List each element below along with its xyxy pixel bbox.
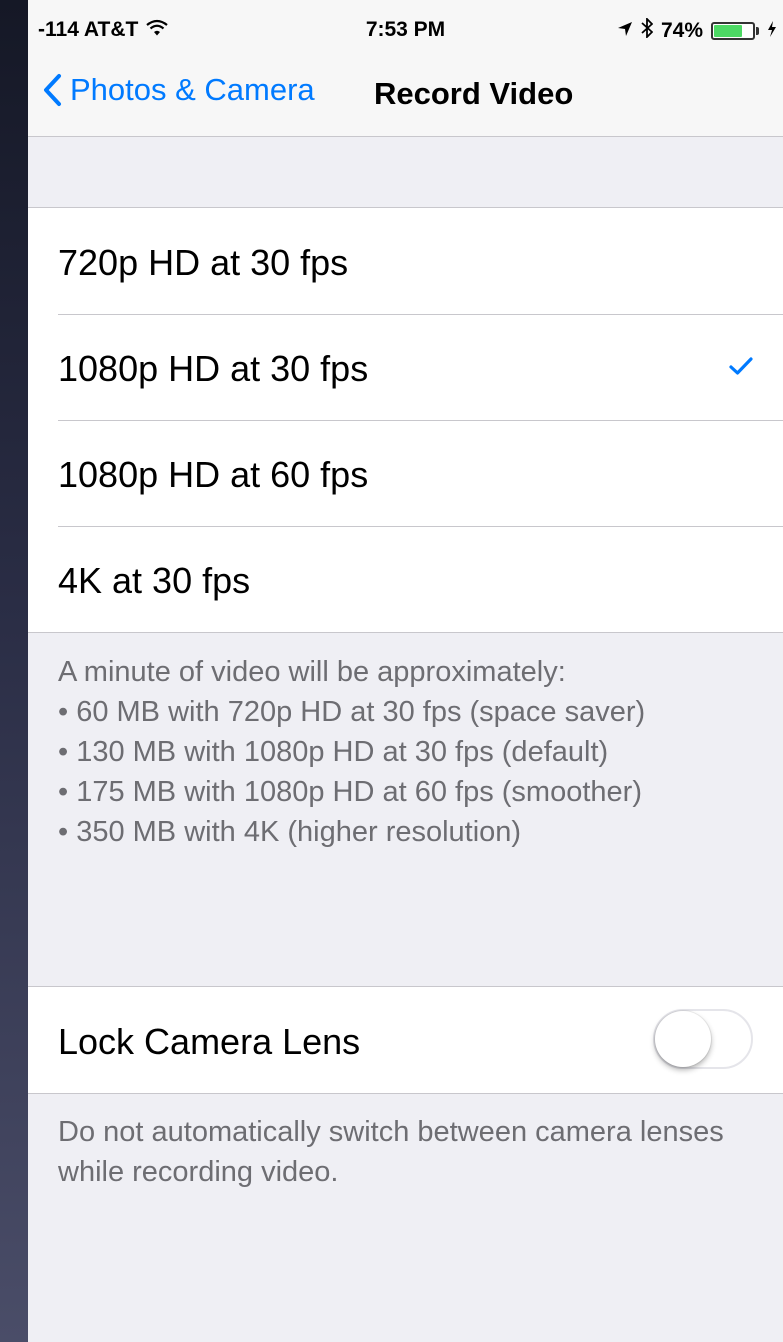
battery-percent: 74%	[660, 19, 703, 42]
lock-lens-label: Lock Camera Lens	[58, 1021, 361, 1062]
option-1080p-30[interactable]: 1080p HD at 30 fps	[28, 314, 783, 420]
footer-intro: A minute of video will be approximately:	[58, 656, 566, 688]
video-size-footer: A minute of video will be approximately:…	[58, 652, 763, 852]
status-right: 74%	[617, 16, 777, 44]
back-button[interactable]: Photos & Camera	[42, 72, 315, 108]
checkmark-icon	[729, 356, 753, 381]
back-label: Photos & Camera	[70, 72, 315, 107]
location-arrow-icon	[617, 19, 633, 43]
option-4k-30[interactable]: 4K at 30 fps	[28, 526, 783, 632]
bluetooth-icon	[641, 16, 654, 44]
charging-bolt-icon	[767, 19, 777, 43]
option-label: 720p HD at 30 fps	[58, 242, 349, 283]
lock-lens-toggle[interactable]	[653, 1009, 753, 1069]
navigation-bar: Photos & Camera Record Video	[28, 56, 783, 137]
chevron-left-icon	[44, 74, 61, 106]
footer-line: • 60 MB with 720p HD at 30 fps (space sa…	[58, 696, 646, 728]
page-title: Record Video	[374, 76, 574, 111]
option-label: 1080p HD at 60 fps	[58, 454, 369, 495]
option-label: 4K at 30 fps	[58, 560, 251, 601]
option-720p-30[interactable]: 720p HD at 30 fps	[28, 208, 783, 314]
option-1080p-60[interactable]: 1080p HD at 60 fps	[28, 420, 783, 526]
lock-lens-footer: Do not automatically switch between came…	[58, 1116, 724, 1188]
battery-icon	[711, 22, 759, 40]
lock-lens-group: Lock Camera Lens	[28, 986, 783, 1094]
footer-line: • 175 MB with 1080p HD at 60 fps (smooth…	[58, 776, 642, 808]
settings-screen: -114 AT&T 7:53 PM 74% Photos & Camera Re…	[28, 0, 783, 1342]
footer-line: • 130 MB with 1080p HD at 30 fps (defaul…	[58, 736, 609, 768]
lock-lens-row: Lock Camera Lens	[28, 987, 783, 1093]
toggle-knob	[655, 1011, 711, 1067]
footer-line: • 350 MB with 4K (higher resolution)	[58, 816, 522, 848]
status-bar: -114 AT&T 7:53 PM 74%	[28, 0, 783, 56]
video-format-list: 720p HD at 30 fps 1080p HD at 30 fps 108…	[28, 207, 783, 633]
option-label: 1080p HD at 30 fps	[58, 348, 369, 389]
